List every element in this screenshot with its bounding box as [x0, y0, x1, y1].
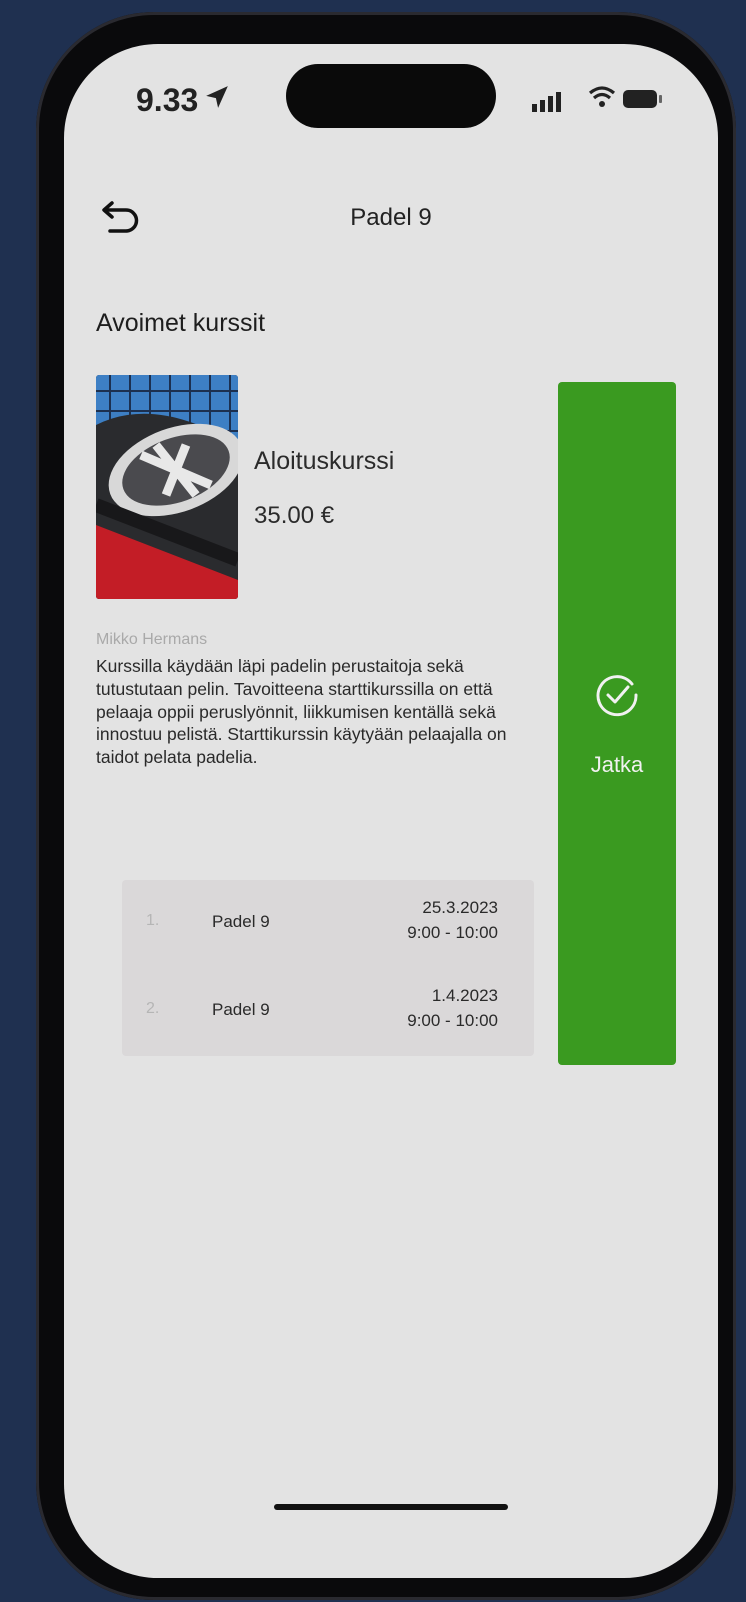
continue-label: Jatka [590, 752, 644, 777]
dynamic-island [286, 64, 496, 128]
session-number: 2. [146, 1000, 160, 1017]
session-row: 1. Padel 9 25.3.2023 9:00 - 10:00 [122, 898, 534, 958]
location-arrow-icon [206, 86, 228, 108]
course-description: Kurssilla käydään läpi padelin perustait… [96, 656, 507, 768]
wifi-icon [588, 86, 616, 107]
session-row: 2. Padel 9 1.4.2023 9:00 - 10:00 [122, 986, 534, 1046]
continue-button[interactable]: Jatka [558, 382, 676, 1065]
instructor-name: Mikko Hermans [96, 631, 208, 648]
session-place: Padel 9 [212, 1000, 270, 1019]
session-date: 25.3.2023 [422, 898, 498, 917]
phone-frame: 9.33 Padel 9 Avoimet kurssit Aloituskurs… [36, 12, 736, 1600]
session-time: 9:00 - 10:00 [407, 1011, 498, 1030]
course-image[interactable] [96, 375, 238, 599]
session-place: Padel 9 [212, 912, 270, 931]
status-time: 9.33 [136, 82, 199, 118]
home-indicator[interactable] [274, 1504, 508, 1510]
session-time: 9:00 - 10:00 [407, 923, 498, 942]
course-price: 35.00 € [254, 502, 335, 529]
app-screen: 9.33 Padel 9 Avoimet kurssit Aloituskurs… [64, 44, 718, 1578]
course-name: Aloituskurssi [254, 447, 395, 475]
session-list: 1. Padel 9 25.3.2023 9:00 - 10:00 2. Pad… [122, 880, 534, 1056]
session-date: 1.4.2023 [431, 986, 498, 1005]
signal-icon [532, 92, 561, 112]
check-circle-icon [596, 675, 638, 717]
session-number: 1. [146, 912, 160, 929]
section-title: Avoimet kurssit [96, 309, 266, 337]
battery-icon [623, 90, 662, 108]
page-title: Padel 9 [350, 204, 432, 231]
